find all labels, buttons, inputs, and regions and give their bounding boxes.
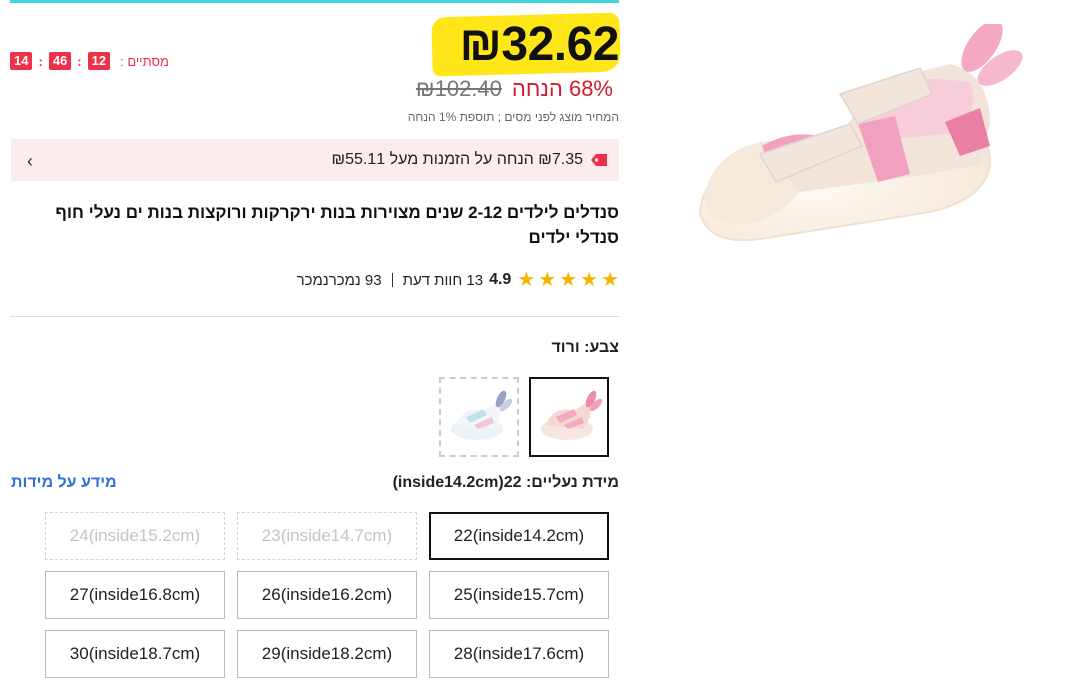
section-divider — [10, 316, 619, 317]
size-option-29[interactable]: 29(inside18.2cm) — [237, 630, 417, 678]
divider — [391, 273, 393, 287]
discount-row: 68% הנחה ₪102.40 — [416, 76, 613, 102]
countdown-hours: 14 — [10, 52, 33, 70]
size-info-link[interactable]: מידע על מידות — [11, 474, 117, 492]
star-rating: ★ ★ ★ ★ ★ — [517, 270, 619, 290]
size-option-28[interactable]: 28(inside17.6cm) — [429, 630, 609, 678]
countdown-timer: 14 : 46 : 12 מסתיים : — [10, 51, 169, 71]
size-option-24[interactable]: 24(inside15.2cm) — [45, 512, 225, 560]
chevron-right-icon[interactable]: › — [27, 151, 33, 172]
countdown-minutes: 46 — [48, 52, 72, 70]
original-price: ₪102.40 — [415, 76, 502, 101]
current-price: ₪32.62 — [459, 18, 619, 71]
rating-row: ★ ★ ★ ★ ★ 4.9 13 חוות דעת 93 נמכרנמכר — [297, 270, 619, 290]
sold-count: 93 נמכרנמכר — [296, 271, 382, 289]
discount-percent: 68% הנחה — [511, 76, 613, 101]
sandal-thumb-white-blue — [451, 390, 513, 440]
tag-icon — [591, 154, 607, 166]
coupon-text: ₪7.35 הנחה על הזמנות מעל ₪55.11 — [331, 151, 583, 168]
tax-note: המחיר מוצג לפני מסים ; תוספת 1% הנחה — [407, 110, 619, 124]
size-option-25[interactable]: 25(inside15.7cm) — [429, 571, 609, 619]
top-accent-line — [10, 0, 619, 3]
color-label: צבע: ורוד — [551, 339, 619, 356]
size-option-30[interactable]: 30(inside18.7cm) — [45, 630, 225, 678]
product-image[interactable] — [690, 24, 1030, 254]
star-icon: ★ — [580, 269, 599, 291]
countdown-label: מסתיים : — [120, 53, 169, 69]
size-label: מידת נעליים: 22(inside14.2cm) — [392, 474, 619, 491]
star-icon: ★ — [538, 269, 557, 291]
sandal-thumb-pink — [541, 390, 603, 440]
size-option-22[interactable]: 22(inside14.2cm) — [429, 512, 609, 560]
product-title: סנדלים לילדים 2-12 שנים מצוירות בנות ירק… — [55, 203, 619, 247]
star-icon: ★ — [559, 269, 578, 291]
reviews-link[interactable]: 13 חוות דעת — [403, 272, 483, 289]
star-icon: ★ — [517, 269, 536, 291]
countdown-seconds: 12 — [87, 52, 111, 70]
rating-value: 4.9 — [489, 271, 512, 288]
size-option-23[interactable]: 23(inside14.7cm) — [237, 512, 417, 560]
size-option-26[interactable]: 26(inside16.2cm) — [237, 571, 417, 619]
star-icon: ★ — [601, 269, 619, 291]
size-option-27[interactable]: 27(inside16.8cm) — [45, 571, 225, 619]
color-swatch-pink[interactable] — [529, 377, 609, 457]
coupon-banner[interactable]: ₪7.35 הנחה על הזמנות מעל ₪55.11 › — [11, 139, 619, 181]
color-swatch-white-blue[interactable] — [439, 377, 519, 457]
